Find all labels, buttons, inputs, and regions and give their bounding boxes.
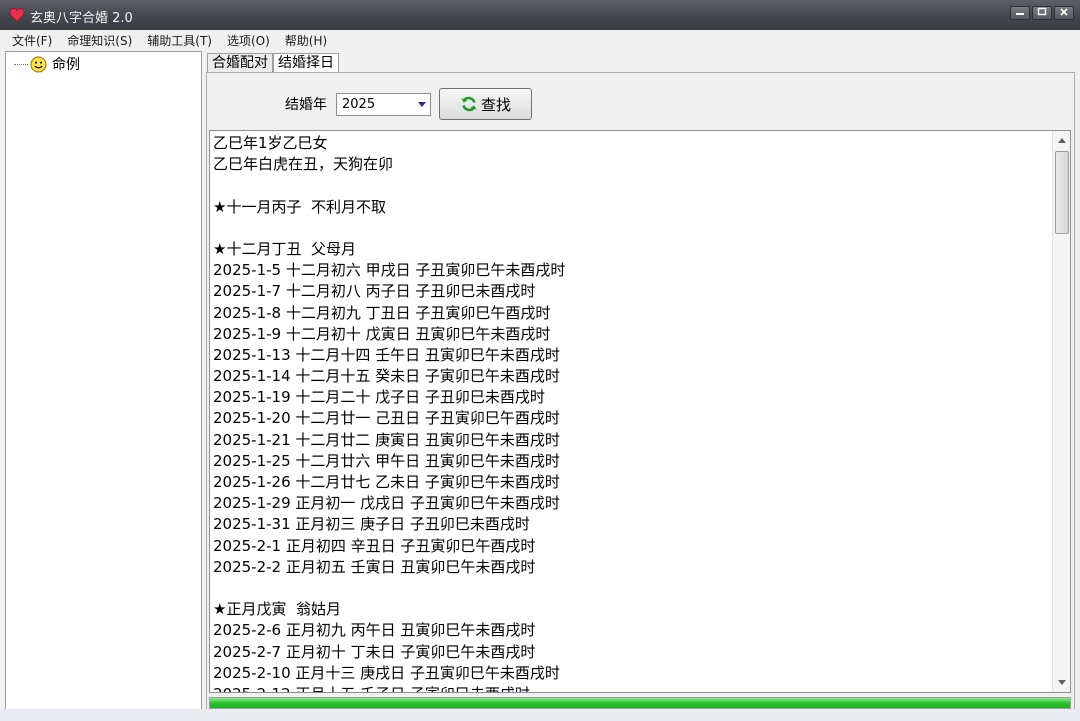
result-line: 2025-2-2 正月初五 壬寅日 丑寅卯巳午未酉戌时 bbox=[213, 557, 536, 576]
result-line: ★十一月丙子 不利月不取 bbox=[213, 197, 386, 216]
title-bar[interactable]: 玄奥八字合婚 2.0 bbox=[0, 0, 1080, 30]
vertical-scrollbar[interactable] bbox=[1052, 131, 1070, 692]
result-line: 2025-2-7 正月初十 丁未日 子寅卯巳午未酉戌时 bbox=[213, 642, 536, 661]
result-line: ★正月戊寅 翁姑月 bbox=[213, 600, 341, 619]
result-blank-line bbox=[213, 175, 1049, 196]
window-bottom-edge bbox=[0, 709, 1080, 721]
result-line: 2025-1-26 十二月廿七 乙未日 子寅卯巳午未酉戌时 bbox=[213, 473, 560, 491]
case-tree-panel: 命例 bbox=[5, 51, 202, 721]
window-controls bbox=[1010, 6, 1074, 20]
result-textarea[interactable]: 乙巳年1岁乙巳女乙巳年白虎在丑，天狗在卯 ★十一月丙子 不利月不取 ★十二月丁丑 父… bbox=[209, 130, 1071, 693]
result-line: 2025-2-10 正月十三 庚戌日 子丑寅卯巳午未酉戌时 bbox=[213, 663, 560, 682]
refresh-icon bbox=[461, 96, 477, 112]
result-lines: 乙巳年1岁乙巳女乙巳年白虎在丑，天狗在卯 ★十一月丙子 不利月不取 ★十二月丁丑 父… bbox=[213, 133, 1049, 692]
menu-options[interactable]: 选项(O) bbox=[225, 32, 272, 49]
tab-match[interactable]: 合婚配对 bbox=[207, 53, 273, 73]
result-line: 2025-1-5 十二月初六 甲戌日 子丑寅卯巳午未酉戌时 bbox=[213, 261, 566, 280]
result-line: 乙巳年白虎在丑，天狗在卯 bbox=[213, 155, 394, 174]
menu-help[interactable]: 帮助(H) bbox=[283, 32, 329, 49]
result-line: 2025-1-13 十二月十四 壬午日 丑寅卯巳午未酉戌时 bbox=[213, 345, 560, 364]
result-line: 2025-2-12 正月十五 壬子日 子寅卯巳未酉戌时 bbox=[213, 684, 1049, 692]
menu-bar: 文件(F) 命理知识(S) 辅助工具(T) 选项(O) 帮助(H) bbox=[0, 30, 1080, 51]
tab-bar: 合婚配对 结婚择日 bbox=[207, 53, 339, 73]
tab-wedding-date[interactable]: 结婚择日 bbox=[273, 53, 339, 73]
close-icon bbox=[1060, 8, 1068, 16]
tree-node-cases[interactable]: 命例 bbox=[14, 54, 80, 74]
result-line: 2025-2-6 正月初九 丙午日 丑寅卯巳午未酉戌时 bbox=[213, 621, 536, 640]
maximize-icon bbox=[1037, 7, 1047, 16]
result-line: 2025-1-9 十二月初十 戊寅日 丑寅卯巳午未酉戌时 bbox=[213, 324, 551, 343]
menu-file[interactable]: 文件(F) bbox=[10, 32, 54, 49]
menu-knowledge[interactable]: 命理知识(S) bbox=[65, 32, 134, 49]
search-button-label: 查找 bbox=[480, 95, 511, 114]
progress-bar bbox=[209, 697, 1071, 709]
chevron-down-icon bbox=[418, 102, 426, 107]
result-line: 2025-1-31 正月初三 庚子日 子丑卯巳未酉戌时 bbox=[213, 515, 530, 534]
year-value: 2025 bbox=[342, 97, 376, 112]
result-line: 乙巳年1岁乙巳女 bbox=[213, 134, 328, 152]
tree-connector bbox=[14, 63, 28, 65]
minimize-button[interactable] bbox=[1010, 6, 1030, 20]
search-button[interactable]: 查找 bbox=[439, 88, 532, 120]
result-line: 2025-1-8 十二月初九 丁丑日 子丑寅卯巳午酉戌时 bbox=[213, 303, 551, 322]
result-line: 2025-1-20 十二月廿一 己丑日 子丑寅卯巳午酉戌时 bbox=[213, 409, 560, 428]
close-button[interactable] bbox=[1054, 6, 1074, 20]
result-line: 2025-1-14 十二月十五 癸未日 子寅卯巳午未酉戌时 bbox=[213, 367, 560, 386]
menu-tools[interactable]: 辅助工具(T) bbox=[145, 32, 214, 49]
year-dropdown[interactable]: 2025 bbox=[336, 93, 431, 116]
result-blank-line bbox=[213, 578, 1049, 599]
year-label: 结婚年 bbox=[285, 97, 327, 113]
result-line: 2025-2-1 正月初四 辛丑日 子丑寅卯巳午酉戌时 bbox=[213, 536, 536, 555]
heart-icon bbox=[9, 8, 25, 22]
scroll-up-arrow-icon[interactable] bbox=[1058, 138, 1066, 143]
progress-fill bbox=[210, 698, 1070, 708]
scroll-thumb[interactable] bbox=[1055, 151, 1069, 234]
tree-node-label: 命例 bbox=[52, 57, 80, 73]
minimize-icon bbox=[1016, 13, 1024, 15]
result-line: 2025-1-21 十二月廿二 庚寅日 丑寅卯巳午未酉戌时 bbox=[213, 430, 560, 449]
app-window: 玄奥八字合婚 2.0 文件(F) 命理知识(S) 辅助工具(T) 选项(O) 帮… bbox=[0, 0, 1080, 721]
window-title: 玄奥八字合婚 2.0 bbox=[30, 11, 133, 26]
result-blank-line bbox=[213, 218, 1049, 239]
result-line: ★十二月丁丑 父母月 bbox=[213, 239, 356, 258]
smiley-icon bbox=[30, 56, 47, 72]
result-line: 2025-1-19 十二月二十 戊子日 子丑卯巳未酉戌时 bbox=[213, 388, 545, 407]
result-line: 2025-1-25 十二月廿六 甲午日 丑寅卯巳午未酉戌时 bbox=[213, 451, 560, 470]
maximize-button[interactable] bbox=[1032, 6, 1052, 20]
scroll-down-arrow-icon[interactable] bbox=[1058, 680, 1066, 685]
result-line: 2025-1-29 正月初一 戊戌日 子丑寅卯巳午未酉戌时 bbox=[213, 494, 560, 513]
result-line: 2025-1-7 十二月初八 丙子日 子丑卯巳未酉戌时 bbox=[213, 282, 536, 301]
